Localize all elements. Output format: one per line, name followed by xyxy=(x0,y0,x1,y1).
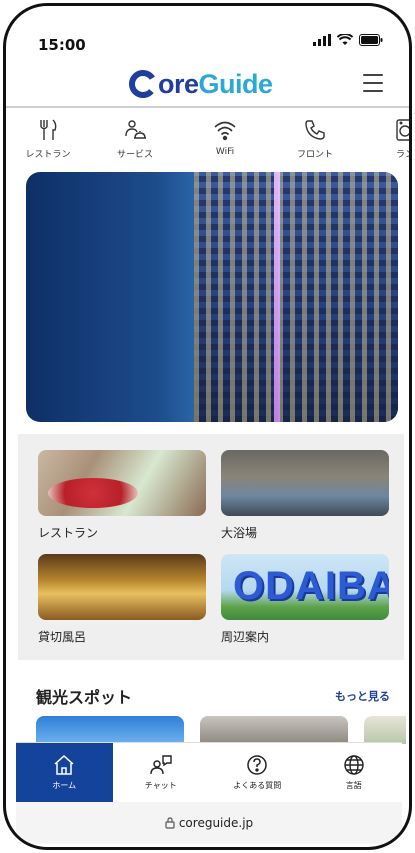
facility-card-private-bath[interactable]: 貸切風呂 xyxy=(38,554,206,645)
menu-line xyxy=(363,74,383,76)
bottom-tab-bar: ホーム チャット よくある質問 言語 xyxy=(16,742,402,802)
menu-line xyxy=(363,82,383,84)
chat-icon xyxy=(150,755,172,775)
phone-frame: 15:00 oreGuide レストラン サービス WiFi フロント ラ レス… xyxy=(3,3,412,850)
spots-title: 観光スポット xyxy=(36,688,133,707)
spots-more-link[interactable]: もっと見る xyxy=(335,688,390,704)
quick-nav-label: サービス xyxy=(116,150,153,160)
tab-label: 言語 xyxy=(345,781,362,790)
public-bath-image xyxy=(221,450,389,516)
spots-header: 観光スポット もっと見る xyxy=(36,684,390,708)
tab-faq[interactable]: よくある質問 xyxy=(209,743,306,802)
hero-banner[interactable] xyxy=(26,172,398,422)
quick-nav-label: WiFi xyxy=(215,147,235,157)
facility-card-restaurant[interactable]: レストラン xyxy=(38,450,206,541)
quick-nav-restaurant[interactable]: レストラン xyxy=(6,116,90,168)
laundry-icon xyxy=(396,119,409,141)
quick-nav-laundry[interactable]: ラン xyxy=(360,116,409,168)
quick-nav-front[interactable]: フロント xyxy=(270,116,360,168)
quick-nav-label: レストラン xyxy=(25,150,71,160)
odaiba-image: ODAIBA xyxy=(221,554,389,620)
menu-line xyxy=(363,90,383,92)
hamburger-menu-button[interactable] xyxy=(363,74,383,92)
odaiba-sign-text: ODAIBA xyxy=(233,564,389,608)
facility-card-label: レストラン xyxy=(38,526,99,540)
signal-icon xyxy=(313,34,331,46)
question-icon xyxy=(247,755,267,775)
app-header: oreGuide xyxy=(6,64,409,108)
coreguide-logo[interactable]: oreGuide xyxy=(128,64,273,104)
quick-nav-service[interactable]: サービス xyxy=(90,116,180,168)
url-text: coreguide.jp xyxy=(178,816,254,830)
quick-nav-wifi[interactable]: WiFi xyxy=(180,116,270,168)
logo-text: oreGuide xyxy=(158,68,273,99)
battery-icon xyxy=(359,34,383,46)
status-bar: 15:00 xyxy=(6,6,409,62)
spot-card[interactable] xyxy=(36,716,184,744)
tab-label: チャット xyxy=(144,781,177,790)
tab-label: よくある質問 xyxy=(233,781,282,790)
hero-building-image xyxy=(194,172,398,422)
service-bell-icon xyxy=(125,120,146,139)
facility-card-label: 周辺案内 xyxy=(221,630,270,644)
quick-nav-label: フロント xyxy=(296,150,333,160)
tab-chat[interactable]: チャット xyxy=(113,743,210,802)
status-icons xyxy=(313,34,383,46)
facility-card-area-guide[interactable]: ODAIBA 周辺案内 xyxy=(221,554,389,645)
wifi-status-icon xyxy=(337,34,353,45)
spots-carousel[interactable] xyxy=(36,716,406,744)
restaurant-image xyxy=(38,450,206,516)
tab-home[interactable]: ホーム xyxy=(16,743,113,802)
spot-card[interactable] xyxy=(364,716,406,744)
quick-nav: レストラン サービス WiFi フロント ラ xyxy=(6,116,409,168)
facility-grid: レストラン 大浴場 貸切風呂 ODAIBA 周辺案内 xyxy=(18,434,404,660)
wifi-icon xyxy=(214,121,236,141)
phone-icon xyxy=(305,120,325,140)
status-time: 15:00 xyxy=(38,36,86,54)
facility-card-label: 大浴場 xyxy=(221,526,258,540)
facility-card-public-bath[interactable]: 大浴場 xyxy=(221,450,389,541)
browser-url-bar[interactable]: coreguide.jp xyxy=(16,802,402,844)
home-icon xyxy=(54,754,74,775)
facility-card-label: 貸切風呂 xyxy=(38,630,87,644)
logo-c-mark xyxy=(129,70,157,98)
globe-icon xyxy=(344,755,364,775)
spot-card[interactable] xyxy=(200,716,348,744)
tab-language[interactable]: 言語 xyxy=(306,743,403,802)
lock-icon xyxy=(165,817,175,829)
tab-label: ホーム xyxy=(52,781,77,790)
quick-nav-label: ラン xyxy=(395,150,409,160)
fork-knife-icon xyxy=(40,119,57,140)
private-bath-image xyxy=(38,554,206,620)
